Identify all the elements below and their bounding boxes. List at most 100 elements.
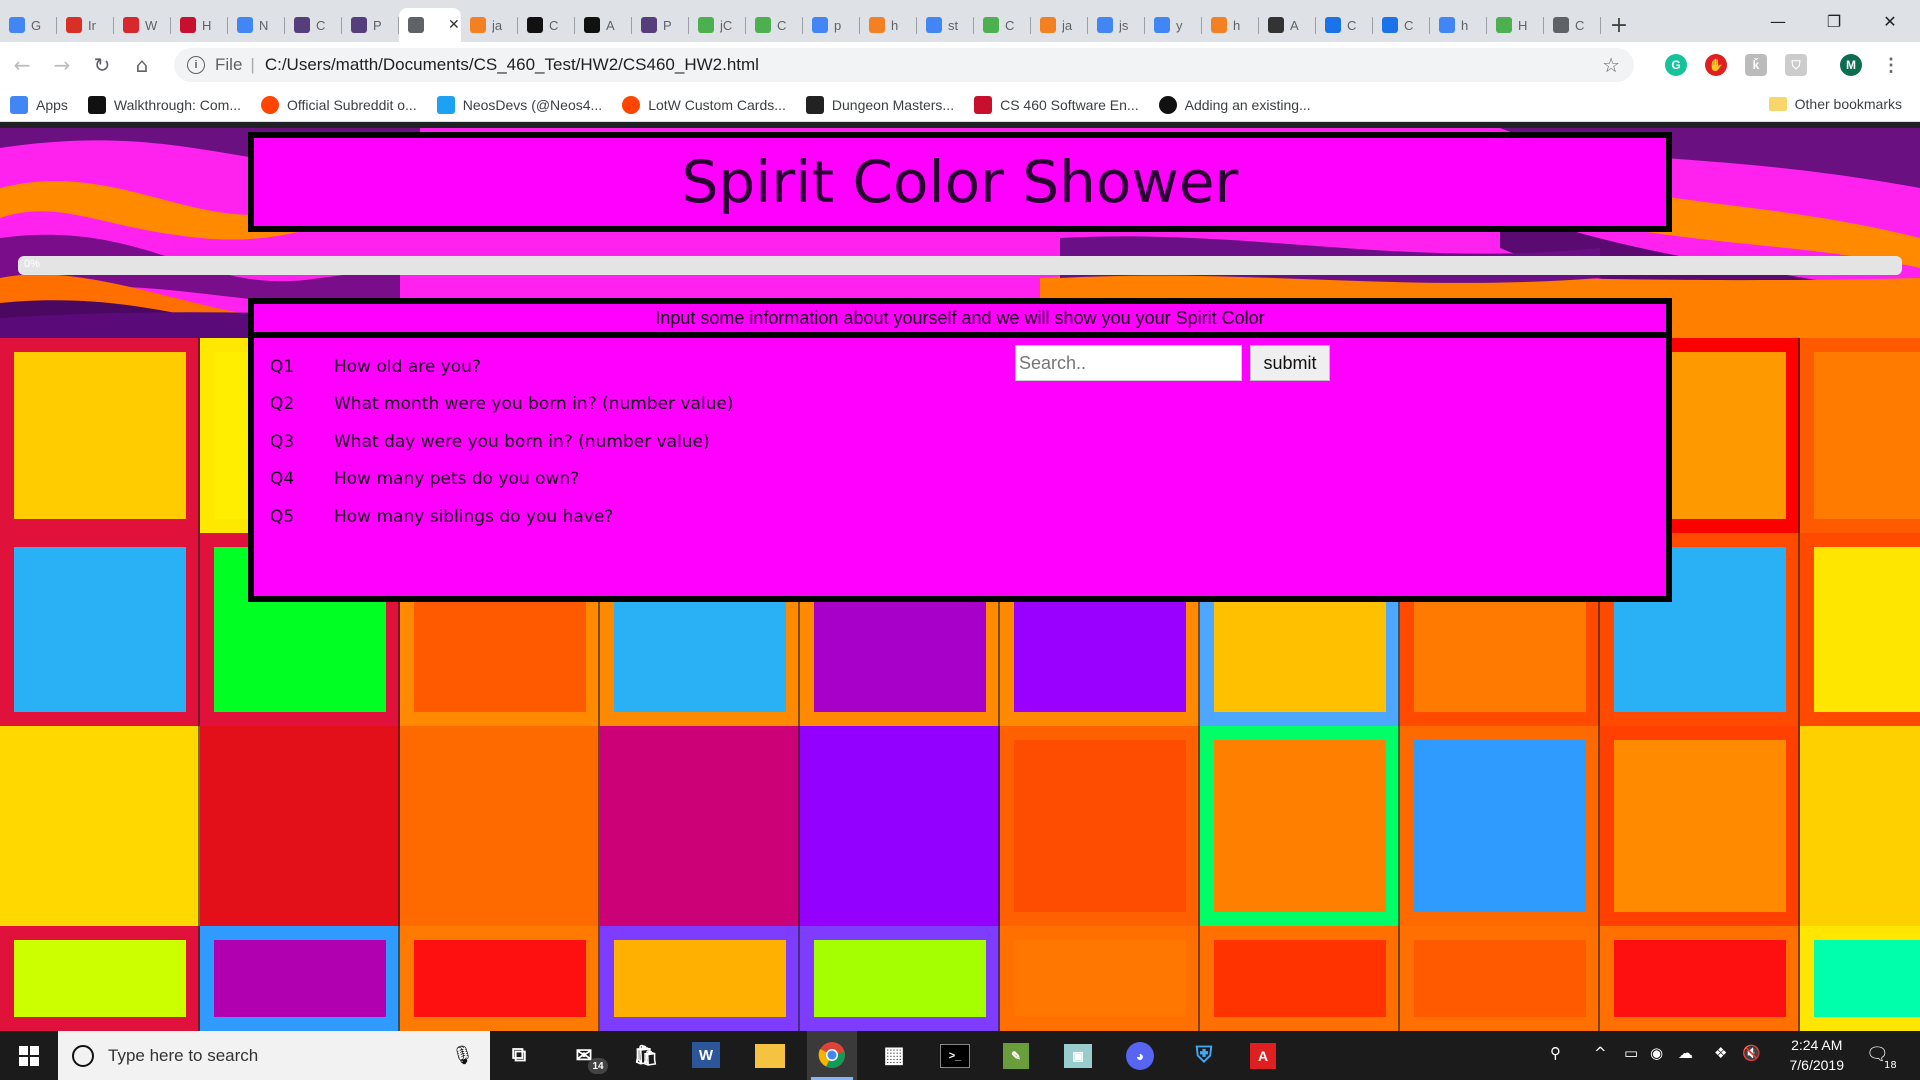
browser-tab[interactable]: P — [342, 8, 399, 42]
start-button[interactable] — [0, 1031, 58, 1080]
browser-tab[interactable]: C — [1316, 8, 1373, 42]
microphone-icon[interactable]: 🎙 — [451, 1045, 474, 1066]
calculator-icon[interactable]: ▦ — [878, 1039, 910, 1071]
browser-tab[interactable]: p — [803, 8, 860, 42]
browser-tab[interactable]: C — [974, 8, 1031, 42]
dropbox-icon[interactable]: ❖ — [1714, 1044, 1727, 1062]
browser-tab[interactable]: h — [860, 8, 917, 42]
browser-toolbar: ← → ↻ ⌂ i File | C:/Users/matth/Document… — [0, 42, 1920, 88]
mail-badge: 14 — [588, 1058, 608, 1074]
browser-tab[interactable]: st — [917, 8, 974, 42]
close-window-button[interactable]: ✕ — [1860, 0, 1920, 42]
bookmark-label: NeosDevs (@Neos4... — [462, 96, 603, 113]
tab-title: C — [1575, 17, 1585, 33]
browser-tab[interactable]: jC — [689, 8, 746, 42]
browser-tab[interactable]: ja — [461, 8, 518, 42]
w3schools-icon — [1496, 17, 1512, 33]
browser-tab[interactable]: C — [285, 8, 342, 42]
browser-tab[interactable]: N — [228, 8, 285, 42]
tab-title: C — [1404, 17, 1414, 33]
battery-icon[interactable]: ▭ — [1624, 1044, 1638, 1062]
onedrive-icon[interactable]: ☁ — [1678, 1044, 1693, 1062]
security-shield-icon[interactable]: ⛨ — [1188, 1039, 1220, 1071]
browser-tab[interactable]: C — [518, 8, 575, 42]
bookmark-star-icon[interactable]: ☆ — [1602, 53, 1620, 78]
chrome-icon[interactable] — [816, 1039, 848, 1071]
tab-title: W — [145, 17, 157, 33]
google-icon — [926, 17, 942, 33]
steam-icon[interactable]: ◉ — [1650, 1044, 1663, 1062]
clock-time: 2:24 AM — [1791, 1037, 1843, 1053]
browser-tab[interactable]: H — [1487, 8, 1544, 42]
forward-icon[interactable]: → — [44, 47, 80, 83]
b-icon — [351, 17, 367, 33]
google-icon — [1097, 17, 1113, 33]
chrome-logo — [818, 1042, 845, 1068]
other-bookmarks[interactable]: Other bookmarks — [1768, 96, 1902, 112]
browser-tab[interactable]: h — [1202, 8, 1259, 42]
github-icon — [1158, 95, 1177, 114]
home-icon[interactable]: ⌂ — [124, 47, 160, 83]
profile-avatar[interactable]: M — [1840, 54, 1862, 76]
minimize-button[interactable]: — — [1748, 0, 1808, 42]
terminal-icon[interactable]: >_ — [940, 1044, 970, 1068]
browser-tab[interactable]: C — [1373, 8, 1430, 42]
task-view-icon[interactable]: ⧉ — [503, 1039, 535, 1071]
adblock-icon[interactable]: ✋ — [1705, 54, 1727, 76]
acrobat-icon[interactable]: A — [1250, 1043, 1276, 1069]
address-bar[interactable]: i File | C:/Users/matth/Documents/CS_460… — [174, 48, 1634, 82]
discord-icon[interactable]: ◕ — [1126, 1042, 1154, 1070]
grammarly-icon[interactable]: G — [1665, 54, 1687, 76]
info-icon[interactable]: i — [187, 56, 205, 74]
bookmark-item[interactable]: Official Subreddit o... — [251, 95, 427, 114]
browser-tab[interactable]: C — [1544, 8, 1601, 42]
photos-icon[interactable]: ▣ — [1064, 1044, 1092, 1068]
volume-muted-icon[interactable]: 🔇 — [1742, 1044, 1761, 1062]
people-icon[interactable]: ⚲ — [1550, 1044, 1561, 1062]
submit-button[interactable]: submit — [1250, 345, 1330, 381]
twitter-icon — [436, 95, 455, 114]
bookmark-item[interactable]: CS 460 Software En... — [964, 95, 1149, 114]
browser-tab[interactable]: P — [632, 8, 689, 42]
maximize-button[interactable]: ❐ — [1804, 0, 1864, 42]
tab-title: h — [891, 17, 899, 33]
browser-tab[interactable]: ja — [1031, 8, 1088, 42]
question-number: Q1 — [270, 356, 295, 377]
notepad-icon[interactable]: ✎ — [1003, 1043, 1029, 1069]
menu-icon[interactable]: ⋮ — [1880, 54, 1902, 76]
stackoverflow-icon — [1040, 17, 1056, 33]
tab-title: G — [31, 17, 42, 33]
tab-title: C — [316, 17, 326, 33]
bookmark-item[interactable]: Dungeon Masters... — [796, 95, 964, 114]
browser-tab[interactable]: js — [1088, 8, 1145, 42]
bookmark-item[interactable]: Apps — [0, 95, 78, 114]
back-icon[interactable]: ← — [4, 47, 40, 83]
browser-tab[interactable]: C — [746, 8, 803, 42]
browser-tab[interactable]: y — [1145, 8, 1202, 42]
extension-icon[interactable]: ǩ — [1745, 54, 1767, 76]
bookmark-item[interactable]: NeosDevs (@Neos4... — [427, 95, 612, 114]
new-tab-button[interactable]: + — [1601, 8, 1637, 42]
taskbar-search[interactable]: Type here to search 🎙 — [58, 1031, 490, 1080]
shield-extension-icon[interactable]: ⛉ — [1785, 54, 1807, 76]
browser-tab[interactable]: A — [575, 8, 632, 42]
word-icon[interactable]: W — [692, 1042, 720, 1068]
bookmark-item[interactable]: Walkthrough: Com... — [78, 95, 251, 114]
tray-chevron-icon[interactable]: ^ — [1594, 1044, 1607, 1062]
drive-icon — [1325, 17, 1341, 33]
tab-close-icon[interactable]: ✕ — [448, 17, 460, 33]
browser-tab[interactable]: W — [114, 8, 171, 42]
bookmark-item[interactable]: Adding an existing... — [1149, 95, 1321, 114]
browser-tab[interactable]: G — [0, 8, 57, 42]
browser-tab[interactable]: A — [1259, 8, 1316, 42]
clock[interactable]: 2:24 AM 7/6/2019 — [1790, 1035, 1845, 1075]
browser-tab[interactable]: H — [171, 8, 228, 42]
store-icon[interactable]: 🛍 — [630, 1039, 662, 1071]
reload-icon[interactable]: ↻ — [84, 47, 120, 83]
file-explorer-icon[interactable] — [755, 1044, 785, 1068]
browser-tab[interactable]: Ir — [57, 8, 114, 42]
search-input[interactable] — [1015, 345, 1242, 381]
browser-tab[interactable]: ✕ — [399, 8, 461, 42]
bookmark-item[interactable]: LotW Custom Cards... — [612, 95, 796, 114]
browser-tab[interactable]: h — [1430, 8, 1487, 42]
